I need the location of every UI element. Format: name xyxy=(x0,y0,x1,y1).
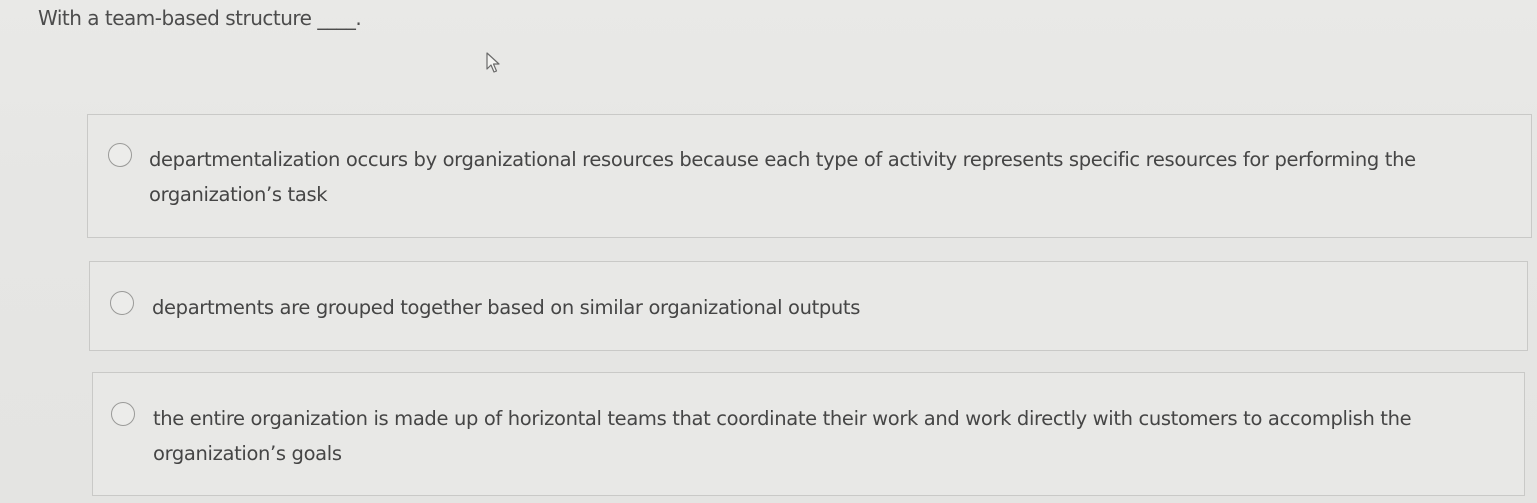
answer-option-label: departments are grouped together based o… xyxy=(152,296,861,319)
answer-option-2[interactable]: departments are grouped together based o… xyxy=(89,261,1528,351)
mouse-pointer-icon xyxy=(486,52,500,73)
answer-option-1[interactable]: departmentalization occurs by organizati… xyxy=(87,114,1532,238)
radio-button-icon[interactable] xyxy=(111,402,135,426)
radio-button-icon[interactable] xyxy=(110,291,134,315)
answer-option-3[interactable]: the entire organization is made up of ho… xyxy=(92,372,1525,496)
answer-option-label: the entire organization is made up of ho… xyxy=(153,407,1412,465)
question-text: With a team-based structure ____. xyxy=(38,6,362,30)
radio-button-icon[interactable] xyxy=(108,143,132,167)
answer-option-label: departmentalization occurs by organizati… xyxy=(149,148,1416,206)
